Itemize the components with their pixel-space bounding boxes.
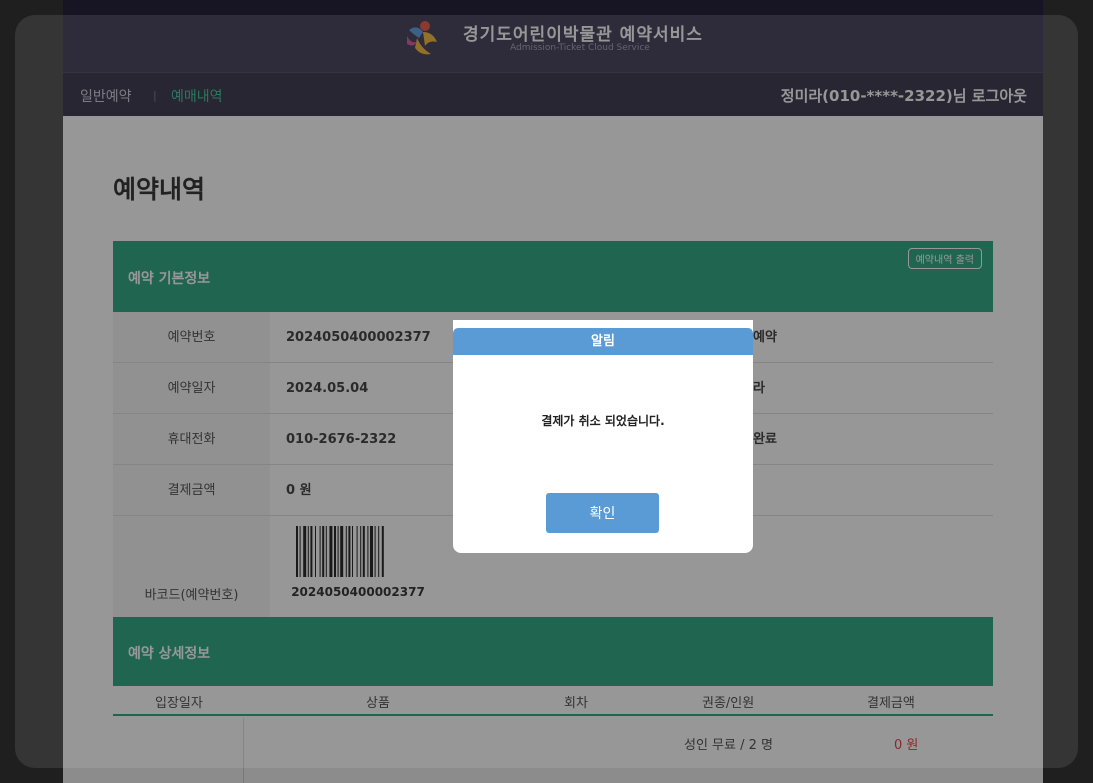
dialog-title: 알림 (453, 328, 753, 355)
ok-button[interactable]: 확인 (546, 493, 659, 533)
dialog-message: 결제가 취소 되었습니다. (541, 414, 665, 428)
alert-dialog: 알림 결제가 취소 되었습니다. 확인 (453, 320, 753, 553)
